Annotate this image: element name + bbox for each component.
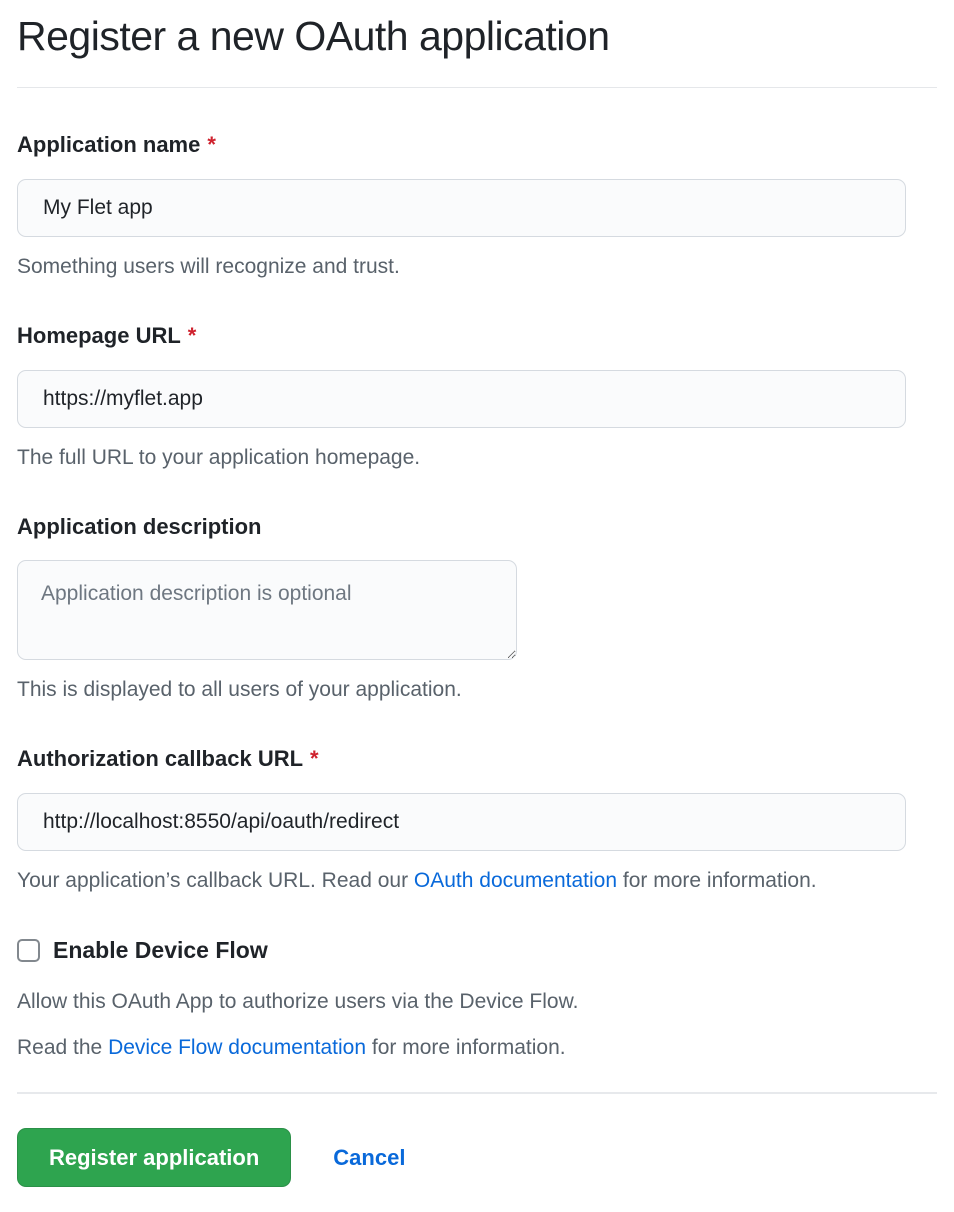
homepage-url-label: Homepage URL * — [17, 323, 937, 349]
enable-device-flow-checkbox[interactable] — [17, 939, 40, 962]
callback-url-label-text: Authorization callback URL — [17, 746, 303, 771]
required-asterisk: * — [207, 132, 216, 157]
application-name-label-text: Application name — [17, 132, 200, 157]
device-flow-read-suffix: for more information. — [366, 1036, 566, 1059]
callback-url-label: Authorization callback URL * — [17, 746, 937, 772]
callback-url-help-suffix: for more information. — [617, 869, 817, 892]
page-title: Register a new OAuth application — [17, 0, 937, 88]
device-flow-read-prefix: Read the — [17, 1036, 108, 1059]
cancel-link[interactable]: Cancel — [333, 1145, 405, 1171]
device-flow-section: Enable Device Flow Allow this OAuth App … — [17, 937, 937, 1060]
device-flow-documentation-link[interactable]: Device Flow documentation — [108, 1036, 366, 1059]
callback-url-help-prefix: Your application’s callback URL. Read ou… — [17, 869, 414, 892]
device-flow-read: Read the Device Flow documentation for m… — [17, 1036, 937, 1060]
oauth-documentation-link[interactable]: OAuth documentation — [414, 869, 617, 892]
homepage-url-group: Homepage URL * The full URL to your appli… — [17, 323, 937, 470]
callback-url-help: Your application’s callback URL. Read ou… — [17, 869, 937, 893]
application-name-help: Something users will recognize and trust… — [17, 255, 937, 279]
application-name-label: Application name * — [17, 132, 937, 158]
required-asterisk: * — [188, 323, 197, 348]
oauth-register-page: Register a new OAuth application Applica… — [0, 0, 954, 1212]
form-actions: Register application Cancel — [17, 1128, 937, 1187]
register-application-button[interactable]: Register application — [17, 1128, 291, 1187]
device-flow-help: Allow this OAuth App to authorize users … — [17, 990, 937, 1014]
homepage-url-label-text: Homepage URL — [17, 323, 181, 348]
device-flow-row: Enable Device Flow — [17, 937, 937, 964]
application-description-textarea[interactable] — [17, 560, 517, 660]
homepage-url-help: The full URL to your application homepag… — [17, 446, 937, 470]
form-divider — [17, 1092, 937, 1094]
homepage-url-input[interactable] — [17, 370, 906, 428]
application-description-label: Application description — [17, 514, 937, 540]
application-name-input[interactable] — [17, 179, 906, 237]
application-name-group: Application name * Something users will r… — [17, 132, 937, 279]
application-description-group: Application description This is displaye… — [17, 514, 937, 702]
required-asterisk: * — [310, 746, 319, 771]
application-description-help: This is displayed to all users of your a… — [17, 678, 937, 702]
callback-url-input[interactable] — [17, 793, 906, 851]
enable-device-flow-label[interactable]: Enable Device Flow — [53, 937, 268, 964]
application-description-label-text: Application description — [17, 514, 261, 539]
callback-url-group: Authorization callback URL * Your applica… — [17, 746, 937, 893]
